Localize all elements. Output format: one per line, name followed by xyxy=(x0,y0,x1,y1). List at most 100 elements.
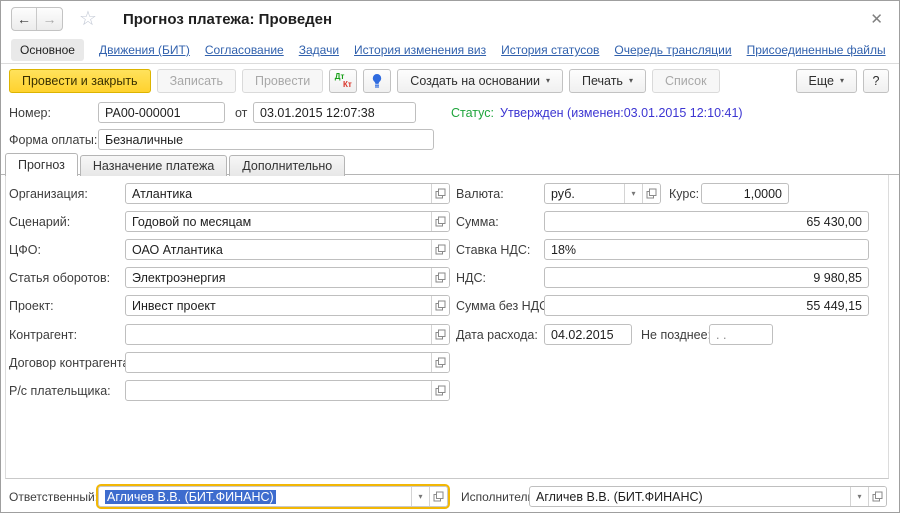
hint-lamp-button[interactable] xyxy=(363,69,391,93)
command-toolbar: Провести и закрыть Записать Провести ДтК… xyxy=(1,63,899,97)
nav-link-approval[interactable]: Согласование xyxy=(205,43,284,57)
favorite-star-icon[interactable]: ☆ xyxy=(79,9,97,29)
document-date-value: 03.01.2015 12:07:38 xyxy=(254,106,415,120)
scenario-open-button[interactable] xyxy=(431,212,449,231)
print-label: Печать xyxy=(582,74,623,88)
executor-label: Исполнитель: xyxy=(461,489,537,505)
vat-label: НДС: xyxy=(456,270,486,286)
project-value: Инвест проект xyxy=(126,299,431,313)
not-later-field[interactable]: . . xyxy=(709,324,773,345)
rate-label: Курс: xyxy=(669,186,699,202)
vat-rate-value: 18% xyxy=(545,243,868,257)
list-button[interactable]: Список xyxy=(652,69,720,93)
date-from-label: от xyxy=(235,105,247,121)
vat-value: 9 980,85 xyxy=(545,271,868,285)
project-label: Проект: xyxy=(9,298,54,314)
open-icon xyxy=(435,385,446,396)
nav-link-status-history[interactable]: История статусов xyxy=(501,43,599,57)
post-button[interactable]: Провести xyxy=(242,69,323,93)
nav-link-attached-files[interactable]: Присоединенные файлы xyxy=(747,43,886,57)
print-button[interactable]: Печать ▾ xyxy=(569,69,646,93)
payer-account-field[interactable] xyxy=(125,380,450,401)
amount-no-vat-field[interactable]: 55 449,15 xyxy=(544,295,869,316)
payment-forecast-window: ← → ☆ Прогноз платежа: Проведен ✕ Основн… xyxy=(0,0,900,513)
executor-dropdown-button[interactable]: ▾ xyxy=(850,487,868,506)
number-label: Номер: xyxy=(9,105,51,121)
nav-item-main[interactable]: Основное xyxy=(11,39,84,61)
tab-strip: Прогноз Назначение платежа Дополнительно xyxy=(5,153,347,176)
chevron-down-icon: ▾ xyxy=(629,76,633,85)
post-and-close-button[interactable]: Провести и закрыть xyxy=(9,69,151,93)
nav-link-translation-queue[interactable]: Очередь трансляции xyxy=(614,43,731,57)
organization-value: Атлантика xyxy=(126,187,431,201)
close-icon: ✕ xyxy=(870,11,883,28)
create-from-button[interactable]: Создать на основании ▾ xyxy=(397,69,563,93)
nav-link-bar: Основное Движения (БИТ) Согласование Зад… xyxy=(1,37,899,63)
close-button[interactable]: ✕ xyxy=(866,8,887,30)
document-date-field[interactable]: 03.01.2015 12:07:38 xyxy=(253,102,416,123)
turnover-item-value: Электроэнергия xyxy=(126,271,431,285)
nav-link-visa-history[interactable]: История изменения виз xyxy=(354,43,486,57)
open-icon xyxy=(435,329,446,340)
currency-open-button[interactable] xyxy=(642,184,660,203)
nav-link-movements[interactable]: Движения (БИТ) xyxy=(99,43,190,57)
payment-form-field[interactable]: Безналичные xyxy=(98,129,434,150)
chevron-down-icon: ▾ xyxy=(857,493,861,501)
contract-field[interactable] xyxy=(125,352,450,373)
counterparty-open-button[interactable] xyxy=(431,325,449,344)
number-field[interactable]: РА00-000001 xyxy=(98,102,225,123)
project-field[interactable]: Инвест проект xyxy=(125,295,450,316)
nav-link-tasks[interactable]: Задачи xyxy=(299,43,339,57)
more-button[interactable]: Еще ▾ xyxy=(796,69,857,93)
currency-dropdown-button[interactable]: ▾ xyxy=(624,184,642,203)
amount-field[interactable]: 65 430,00 xyxy=(544,211,869,232)
executor-combo[interactable]: Агличев В.В. (БИТ.ФИНАНС) ▾ xyxy=(529,486,887,507)
vat-rate-label: Ставка НДС: xyxy=(456,242,530,258)
responsible-open-button[interactable] xyxy=(429,487,447,506)
cfo-open-button[interactable] xyxy=(431,240,449,259)
scenario-field[interactable]: Годовой по месяцам xyxy=(125,211,450,232)
scenario-label: Сценарий: xyxy=(9,214,70,230)
open-icon xyxy=(435,357,446,368)
amount-label: Сумма: xyxy=(456,214,499,230)
forward-button[interactable]: → xyxy=(37,8,62,30)
payer-account-open-button[interactable] xyxy=(431,381,449,400)
contract-label: Договор контрагента: xyxy=(9,355,133,371)
contract-open-button[interactable] xyxy=(431,353,449,372)
responsible-dropdown-button[interactable]: ▾ xyxy=(411,487,429,506)
dtkt-icon: ДтКт xyxy=(335,72,352,89)
organization-field[interactable]: Атлантика xyxy=(125,183,450,204)
back-button[interactable]: ← xyxy=(12,8,37,30)
responsible-value: Агличев В.В. (БИТ.ФИНАНС) xyxy=(105,490,276,504)
help-button[interactable]: ? xyxy=(863,69,889,93)
responsible-combo[interactable]: Агличев В.В. (БИТ.ФИНАНС) ▾ xyxy=(98,486,448,507)
expense-date-field[interactable]: 04.02.2015 xyxy=(544,324,632,345)
open-icon xyxy=(435,188,446,199)
open-icon xyxy=(872,491,883,502)
title-bar: ← → ☆ Прогноз платежа: Проведен ✕ xyxy=(1,1,899,37)
open-icon xyxy=(435,216,446,227)
executor-value: Агличев В.В. (БИТ.ФИНАНС) xyxy=(530,490,850,504)
cfo-field[interactable]: ОАО Атлантика xyxy=(125,239,450,260)
open-icon xyxy=(435,244,446,255)
vat-field[interactable]: 9 980,85 xyxy=(544,267,869,288)
not-later-label: Не позднее: xyxy=(641,327,711,343)
show-postings-button[interactable]: ДтКт xyxy=(329,69,357,93)
rate-field[interactable]: 1,0000 xyxy=(701,183,789,204)
tab-payment-purpose[interactable]: Назначение платежа xyxy=(80,155,227,176)
counterparty-label: Контрагент: xyxy=(9,327,77,343)
tab-forecast[interactable]: Прогноз xyxy=(5,153,78,176)
forward-icon: → xyxy=(43,11,57,27)
chevron-down-icon: ▾ xyxy=(546,76,550,85)
organization-open-button[interactable] xyxy=(431,184,449,203)
currency-combo[interactable]: руб. ▾ xyxy=(544,183,661,204)
turnover-item-field[interactable]: Электроэнергия xyxy=(125,267,450,288)
tab-additional[interactable]: Дополнительно xyxy=(229,155,345,176)
save-button[interactable]: Записать xyxy=(157,69,236,93)
counterparty-field[interactable] xyxy=(125,324,450,345)
project-open-button[interactable] xyxy=(431,296,449,315)
open-icon xyxy=(646,188,657,199)
turnover-item-open-button[interactable] xyxy=(431,268,449,287)
vat-rate-field[interactable]: 18% xyxy=(544,239,869,260)
executor-open-button[interactable] xyxy=(868,487,886,506)
